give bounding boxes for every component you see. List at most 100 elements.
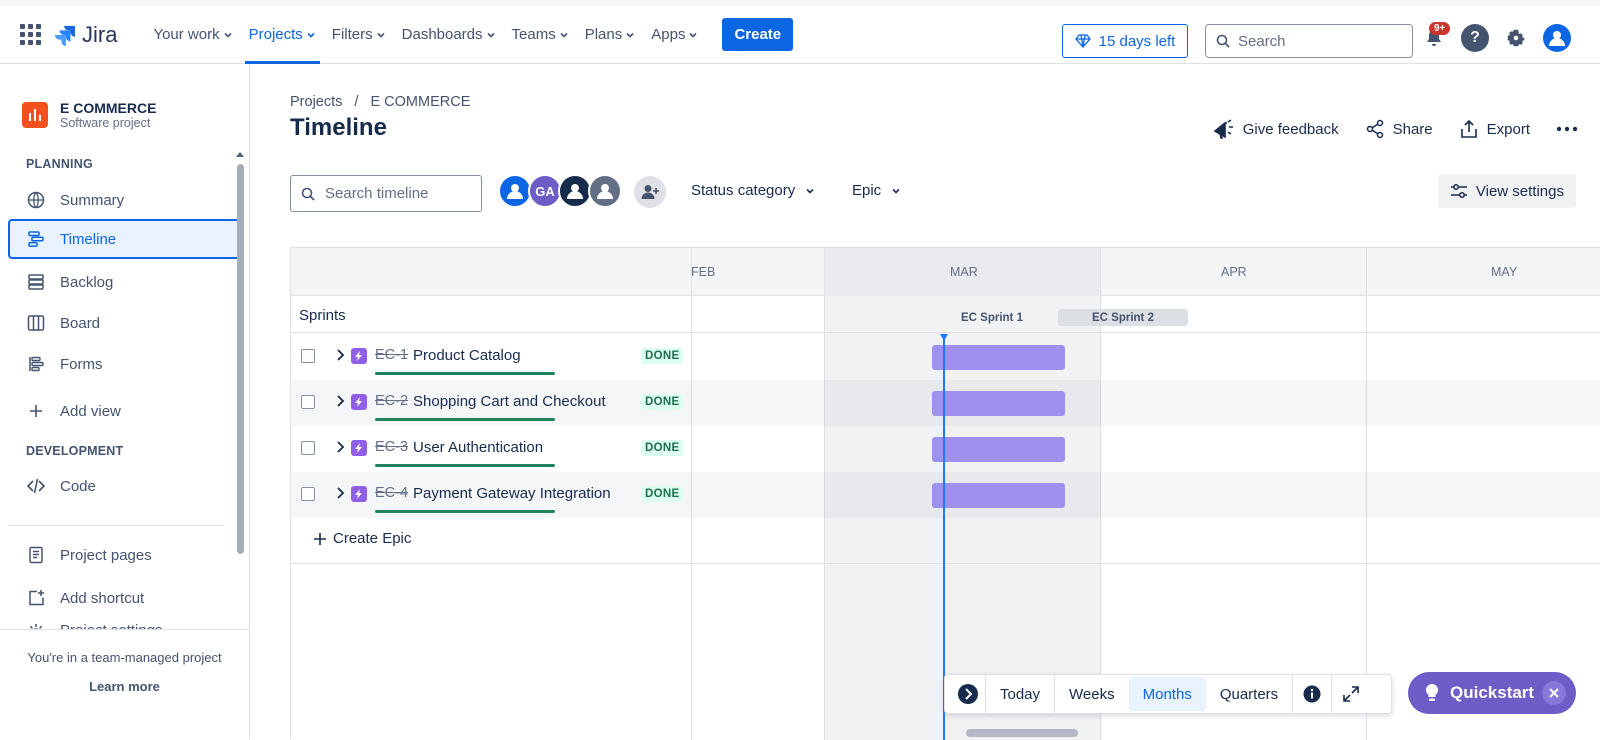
epic-timeline-bar[interactable]: [932, 437, 1065, 462]
sidebar-item-timeline[interactable]: Timeline: [8, 219, 242, 259]
nav-teams[interactable]: Teams: [504, 6, 577, 64]
breadcrumb-project[interactable]: E COMMERCE: [370, 94, 470, 110]
user-icon: [597, 184, 613, 199]
breadcrumb-projects[interactable]: Projects: [290, 94, 342, 110]
avatar[interactable]: GA: [528, 174, 562, 208]
epic-key[interactable]: EC-2: [375, 393, 408, 409]
jira-logo[interactable]: Jira: [54, 22, 117, 48]
collapse-panel-button[interactable]: [951, 677, 985, 711]
project-avatar-icon: [22, 102, 48, 128]
epic-summary[interactable]: Shopping Cart and Checkout: [413, 393, 606, 410]
notifications-button[interactable]: 9+: [1420, 22, 1451, 52]
epic-timeline-bar[interactable]: [932, 391, 1065, 416]
sidebar-item-backlog[interactable]: Backlog: [8, 262, 242, 302]
row-checkbox[interactable]: [301, 487, 315, 501]
fullscreen-button[interactable]: [1332, 677, 1370, 711]
today-button[interactable]: Today: [986, 677, 1054, 711]
sidebar-item-label: Backlog: [60, 273, 114, 291]
epic-summary[interactable]: Product Catalog: [413, 347, 521, 364]
avatar[interactable]: [498, 174, 532, 208]
epic-key[interactable]: EC-1: [375, 347, 408, 363]
more-actions-button[interactable]: [1556, 126, 1578, 132]
profile-avatar[interactable]: [1543, 24, 1571, 52]
chevron-right-icon[interactable]: [333, 348, 347, 362]
month-label: MAR: [950, 265, 978, 279]
row-checkbox[interactable]: [301, 441, 315, 455]
epic-icon: [351, 394, 367, 410]
sprint-2[interactable]: EC Sprint 2: [1058, 309, 1188, 326]
months-button[interactable]: Months: [1128, 677, 1206, 711]
settings-sliders-icon: [1450, 184, 1467, 198]
row-checkbox[interactable]: [301, 395, 315, 409]
nav-projects[interactable]: Projects: [241, 6, 324, 64]
sprint-1[interactable]: EC Sprint 1: [942, 309, 1042, 326]
chevron-down-icon: [689, 32, 698, 38]
add-view-button[interactable]: Add view: [8, 391, 242, 431]
top-navigation: Jira Your work Projects Filters Dashboar…: [0, 0, 1600, 64]
add-people-button[interactable]: [634, 176, 666, 208]
epic-key[interactable]: EC-3: [375, 439, 408, 455]
learn-more-link[interactable]: Learn more: [0, 679, 249, 694]
share-button[interactable]: Share: [1365, 119, 1433, 139]
table-row[interactable]: EC-2 Shopping Cart and Checkout DONE: [291, 380, 1600, 426]
sidebar-scroll-thumb[interactable]: [237, 164, 244, 554]
quickstart-close-button[interactable]: [1542, 681, 1566, 705]
nav-your-work[interactable]: Your work: [145, 6, 240, 64]
quickstart-button[interactable]: Quickstart: [1408, 672, 1576, 714]
timeline-search-input[interactable]: Search timeline: [290, 175, 482, 212]
main-content: Projects / E COMMERCE Timeline Give feed…: [250, 64, 1600, 740]
app-switcher-icon[interactable]: [18, 23, 42, 47]
table-row[interactable]: EC-3 User Authentication DONE: [291, 426, 1600, 472]
global-search-input[interactable]: Search: [1205, 24, 1413, 58]
epic-timeline-bar[interactable]: [932, 483, 1065, 508]
add-view-label: Add view: [60, 402, 121, 420]
nav-dashboards[interactable]: Dashboards: [394, 6, 504, 64]
export-button[interactable]: Export: [1459, 119, 1530, 139]
sidebar-item-board[interactable]: Board: [8, 303, 242, 343]
view-settings-button[interactable]: View settings: [1437, 174, 1576, 208]
create-button[interactable]: Create: [722, 18, 794, 51]
info-button[interactable]: [1293, 677, 1331, 711]
avatar[interactable]: [588, 174, 622, 208]
avatar[interactable]: [558, 174, 592, 208]
settings-button[interactable]: [1502, 24, 1530, 52]
epic-progress-bar: [375, 510, 555, 513]
sidebar-item-add-shortcut[interactable]: Add shortcut: [8, 578, 242, 618]
help-button[interactable]: ?: [1461, 24, 1489, 52]
epic-icon: [351, 486, 367, 502]
weeks-button[interactable]: Weeks: [1055, 677, 1129, 711]
chevron-right-icon[interactable]: [333, 486, 347, 500]
sidebar-item-code[interactable]: Code: [8, 466, 242, 506]
status-badge: DONE: [641, 348, 684, 364]
view-settings-label: View settings: [1475, 182, 1564, 200]
epic-timeline-bar[interactable]: [932, 345, 1065, 370]
row-checkbox[interactable]: [301, 349, 315, 363]
nav-filters[interactable]: Filters: [324, 6, 394, 64]
epic-key[interactable]: EC-4: [375, 485, 408, 501]
create-epic-button[interactable]: Create Epic: [313, 530, 411, 547]
project-header[interactable]: E COMMERCE Software project: [22, 100, 156, 130]
epic-summary[interactable]: Payment Gateway Integration: [413, 485, 611, 502]
epic-filter[interactable]: Epic: [852, 182, 901, 199]
backlog-icon: [28, 274, 44, 290]
give-feedback-button[interactable]: Give feedback: [1213, 119, 1339, 139]
nav-apps[interactable]: Apps: [643, 6, 706, 64]
sidebar-item-project-pages[interactable]: Project pages: [8, 535, 242, 575]
chevron-right-icon[interactable]: [333, 440, 347, 454]
quarters-button[interactable]: Quarters: [1206, 677, 1292, 711]
timeline-horizontal-scrollbar[interactable]: [966, 729, 1078, 737]
sidebar-item-summary[interactable]: Summary: [8, 180, 242, 220]
table-row[interactable]: EC-4 Payment Gateway Integration DONE: [291, 472, 1600, 518]
chevron-right-icon[interactable]: [333, 394, 347, 408]
scroll-up-icon: [236, 152, 244, 157]
nav-plans[interactable]: Plans: [577, 6, 644, 64]
status-badge: DONE: [641, 486, 684, 502]
status-category-filter[interactable]: Status category: [691, 182, 815, 199]
export-icon: [1460, 119, 1477, 138]
notification-badge: 9+: [1429, 22, 1451, 35]
chevron-down-icon: [224, 32, 232, 38]
epic-summary[interactable]: User Authentication: [413, 439, 543, 456]
sidebar-item-forms[interactable]: Forms: [8, 344, 242, 384]
assignee-filter: GA: [498, 174, 622, 208]
trial-button[interactable]: 15 days left: [1062, 24, 1188, 58]
